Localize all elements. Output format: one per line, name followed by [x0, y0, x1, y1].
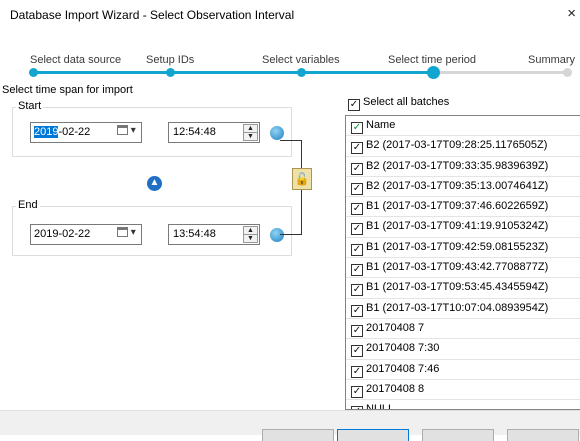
- cancel-button[interactable]: [507, 429, 579, 441]
- batch-name: B1 (2017-03-17T09:53:45.4345594Z): [366, 281, 549, 294]
- step-setup-ids[interactable]: Setup IDs: [146, 54, 194, 66]
- button-bar: [0, 410, 580, 441]
- batch-name: NULL: [366, 403, 395, 410]
- batch-name: B1 (2017-03-17T09:43:42.7708877Z): [366, 261, 549, 274]
- step-dot-5: [563, 68, 572, 77]
- progress-track-complete: [33, 71, 433, 74]
- batch-name: 20170408 7:46: [366, 362, 440, 375]
- list-item[interactable]: ✓ 20170408 7: [346, 319, 580, 340]
- next-button[interactable]: [337, 429, 409, 441]
- batch-checkbox[interactable]: ✓: [351, 385, 363, 398]
- back-button[interactable]: [262, 429, 334, 441]
- start-calendar-dropdown[interactable]: ▾: [117, 125, 139, 140]
- step-dot-2: [166, 68, 175, 77]
- batch-checkbox[interactable]: ✓: [351, 203, 363, 216]
- list-item[interactable]: ✓ B1 (2017-03-17T09:37:46.6022659Z): [346, 197, 580, 218]
- batch-checkbox[interactable]: ✓: [351, 243, 363, 256]
- batch-name: B2 (2017-03-17T09:33:35.9839639Z): [366, 159, 549, 172]
- calendar-icon: [117, 227, 128, 238]
- batch-checkbox[interactable]: ✓: [351, 162, 363, 175]
- batch-name: 20170408 8: [366, 382, 425, 395]
- end-calendar-dropdown[interactable]: ▾: [117, 227, 139, 242]
- progress-track-remaining: [433, 71, 568, 74]
- select-all-checkbox[interactable]: ✓: [348, 99, 360, 111]
- window-title: Database Import Wizard - Select Observat…: [10, 8, 295, 22]
- step-dot-current: [427, 66, 440, 79]
- calendar-icon: [117, 125, 128, 136]
- batch-checkbox[interactable]: ✓: [351, 284, 363, 297]
- step-select-data-source[interactable]: Select data source: [30, 54, 121, 66]
- start-time-input[interactable]: 12:54:48 ▲ ▼: [168, 122, 260, 143]
- end-time-input[interactable]: 13:54:48 ▲ ▼: [168, 224, 260, 245]
- batch-name: B2 (2017-03-17T09:28:25.1176505Z): [366, 139, 548, 152]
- list-item[interactable]: ✓ B2 (2017-03-17T09:35:13.0074641Z): [346, 177, 580, 198]
- list-header[interactable]: ✓ Name: [346, 116, 580, 137]
- start-legend: Start: [16, 100, 44, 112]
- batch-checkbox[interactable]: ✓: [351, 365, 363, 378]
- select-all-batches[interactable]: ✓ Select all batches: [348, 96, 449, 111]
- list-item[interactable]: ✓ 20170408 7:30: [346, 339, 580, 360]
- spin-up-icon: ▲: [244, 125, 257, 133]
- step-select-time-period[interactable]: Select time period: [388, 54, 476, 66]
- spin-down-icon: ▼: [247, 235, 254, 242]
- wizard-steps: Select data source Setup IDs Select vari…: [0, 50, 580, 80]
- batch-checkbox[interactable]: ✓: [351, 223, 363, 236]
- list-item[interactable]: ✓ 20170408 8: [346, 380, 580, 401]
- list-item[interactable]: ✓ B2 (2017-03-17T09:33:35.9839639Z): [346, 157, 580, 177]
- batch-checkbox[interactable]: ✓: [351, 324, 363, 337]
- batch-name: 20170408 7: [366, 321, 425, 334]
- batch-checkbox[interactable]: ✓: [351, 264, 363, 277]
- batch-checkbox[interactable]: ✓: [351, 304, 363, 317]
- list-item[interactable]: ✓ B1 (2017-03-17T10:07:04.0893954Z): [346, 299, 580, 319]
- end-time-stepper[interactable]: ▲ ▼: [243, 226, 258, 243]
- batch-name: B1 (2017-03-17T09:41:19.9105324Z): [366, 220, 549, 233]
- step-dot-1: [29, 68, 38, 77]
- end-date-input[interactable]: 2019-02-22 ▾: [30, 224, 142, 245]
- header-checkbox[interactable]: ✓: [351, 122, 363, 134]
- close-icon[interactable]: ×: [567, 5, 576, 22]
- list-item[interactable]: ✓ 20170408 7:46: [346, 360, 580, 380]
- start-time-stepper[interactable]: ▲ ▼: [243, 124, 258, 141]
- batch-checkbox[interactable]: ✓: [351, 345, 363, 358]
- list-item[interactable]: ✓ B2 (2017-03-17T09:28:25.1176505Z): [346, 136, 580, 157]
- step-summary[interactable]: Summary: [528, 54, 575, 66]
- list-item[interactable]: ✓ B1 (2017-03-17T09:53:45.4345594Z): [346, 278, 580, 299]
- finish-button[interactable]: [422, 429, 494, 441]
- batch-name: B1 (2017-03-17T10:07:04.0893954Z): [366, 301, 549, 314]
- list-item[interactable]: ✓NULL: [346, 400, 580, 410]
- spin-up-icon: ▲: [244, 227, 257, 235]
- list-item[interactable]: ✓ B1 (2017-03-17T09:43:42.7708877Z): [346, 258, 580, 279]
- spin-down-icon: ▼: [247, 133, 254, 140]
- batch-name: B1 (2017-03-17T09:37:46.6022659Z): [366, 200, 549, 213]
- batch-checkbox[interactable]: ✓: [351, 142, 363, 155]
- end-legend: End: [16, 199, 40, 211]
- batch-name: B1 (2017-03-17T09:42:59.0815523Z): [366, 240, 549, 253]
- start-now-clock-icon[interactable]: [270, 126, 284, 140]
- arrow-up-icon[interactable]: ▲: [147, 176, 162, 191]
- batch-name: B2 (2017-03-17T09:35:13.0074641Z): [366, 179, 549, 192]
- batch-list[interactable]: ✓ Name ✓ B2 (2017-03-17T09:28:25.1176505Z)…: [345, 115, 580, 410]
- unlock-icon[interactable]: 🔓: [292, 168, 312, 190]
- step-select-variables[interactable]: Select variables: [262, 54, 340, 66]
- batch-name: 20170408 7:30: [366, 342, 440, 355]
- title-bar: Database Import Wizard - Select Observat…: [0, 0, 580, 30]
- time-span-label: Select time span for import: [2, 84, 133, 96]
- batch-checkbox[interactable]: ✓: [351, 182, 363, 195]
- step-dot-3: [297, 68, 306, 77]
- start-date-input[interactable]: 2019-02-22 ▾: [30, 122, 142, 143]
- list-item[interactable]: ✓ B1 (2017-03-17T09:41:19.9105324Z): [346, 217, 580, 238]
- list-item[interactable]: ✓ B1 (2017-03-17T09:42:59.0815523Z): [346, 238, 580, 259]
